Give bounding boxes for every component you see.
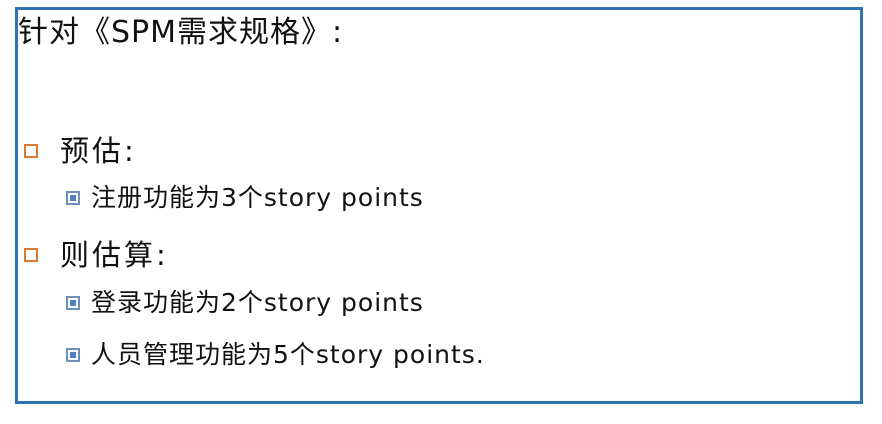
square-bullet-icon (24, 248, 38, 262)
sub-bullet-label: 人员管理功能为5个story points. (91, 340, 485, 369)
slide-title: 针对《SPM需求规格》: (18, 15, 344, 50)
bullet-item-calculate: 则估算: (24, 235, 169, 275)
bullet-label: 则估算: (60, 238, 169, 272)
filled-square-bullet-icon (66, 296, 80, 310)
filled-square-bullet-icon (66, 191, 80, 205)
sub-bullet-item: 注册功能为3个story points (66, 180, 424, 216)
square-bullet-icon (24, 144, 38, 158)
sub-bullet-item: 登录功能为2个story points (66, 285, 424, 321)
sub-bullet-label: 登录功能为2个story points (91, 288, 424, 317)
sub-bullet-item: 人员管理功能为5个story points. (66, 337, 485, 373)
bullet-item-estimate: 预估: (24, 131, 137, 171)
bullet-label: 预估: (60, 134, 137, 168)
sub-bullet-label: 注册功能为3个story points (91, 183, 424, 212)
filled-square-bullet-icon (66, 348, 80, 362)
